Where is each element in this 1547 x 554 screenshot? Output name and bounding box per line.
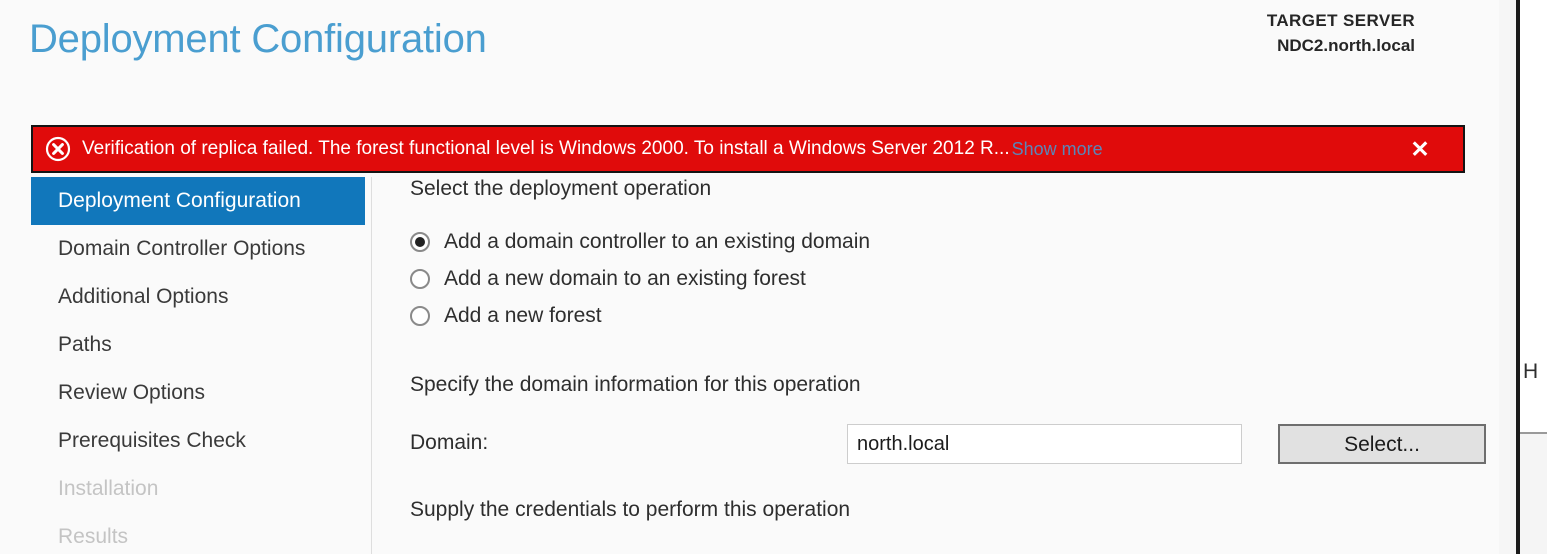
select-domain-button[interactable]: Select... [1278, 424, 1486, 464]
radio-add-new-domain-existing-forest[interactable]: Add a new domain to an existing forest [410, 260, 1499, 297]
wizard-step-navigation: Deployment Configuration Domain Controll… [31, 177, 365, 554]
background-window-sliver: H [1520, 0, 1547, 554]
sidebar-item-label: Results [58, 525, 129, 548]
radio-indicator-icon [410, 268, 430, 289]
error-message-text: Verification of replica failed. The fore… [82, 138, 1010, 159]
radio-label: Add a new domain to an existing forest [444, 266, 806, 290]
radio-label: Add a domain controller to an existing d… [444, 229, 871, 253]
show-more-link[interactable]: Show more [1012, 139, 1103, 160]
sidebar-item-label: Prerequisites Check [58, 429, 246, 452]
credentials-heading: Supply the credentials to perform this o… [410, 498, 851, 521]
radio-indicator-icon [410, 305, 430, 326]
content-pane: Select the deployment operation Add a do… [410, 177, 1499, 554]
domain-input[interactable] [847, 424, 1242, 464]
close-icon[interactable]: ✕ [1403, 132, 1437, 166]
domain-field-row: Domain: Select... [410, 424, 1499, 464]
sidebar-item-label: Deployment Configuration [58, 189, 301, 212]
sidebar-item-label: Domain Controller Options [58, 237, 306, 260]
sidebar-item-paths[interactable]: Paths [31, 321, 365, 369]
sidebar-item-label: Paths [58, 333, 112, 356]
page-title: Deployment Configuration [29, 17, 487, 61]
sidebar-item-deployment-configuration[interactable]: Deployment Configuration [31, 177, 365, 225]
radio-add-domain-controller-existing-domain[interactable]: Add a domain controller to an existing d… [410, 223, 1499, 260]
background-footer-area [1520, 434, 1547, 554]
sidebar-item-domain-controller-options[interactable]: Domain Controller Options [31, 225, 365, 273]
sidebar-item-additional-options[interactable]: Additional Options [31, 273, 365, 321]
target-server-name: NDC2.north.local [1277, 35, 1415, 55]
error-circle-x-icon [45, 136, 71, 162]
target-server-label: TARGET SERVER [1266, 11, 1415, 30]
sidebar-item-results: Results [31, 513, 365, 554]
radio-label: Add a new forest [444, 303, 602, 327]
ad-ds-configuration-wizard: Deployment Configuration TARGET SERVER N… [0, 0, 1499, 554]
background-clipped-text: H [1523, 360, 1539, 383]
sidebar-divider [371, 177, 372, 554]
vertical-scrollbar-track[interactable] [1499, 0, 1516, 554]
radio-indicator-icon [410, 231, 430, 252]
sidebar-item-label: Installation [58, 477, 159, 500]
domain-information-section: Specify the domain information for this … [410, 373, 1499, 464]
sidebar-item-prerequisites-check[interactable]: Prerequisites Check [31, 417, 365, 465]
target-server-block: TARGET SERVER NDC2.north.local [1267, 9, 1415, 58]
sidebar-item-label: Additional Options [58, 285, 229, 308]
sidebar-item-label: Review Options [58, 381, 206, 404]
domain-label: Domain: [410, 431, 489, 454]
wizard-body: Deployment Configuration Domain Controll… [31, 177, 1499, 554]
sidebar-item-installation: Installation [31, 465, 365, 513]
deployment-operation-heading: Select the deployment operation [410, 177, 712, 200]
error-notification-banner: Verification of replica failed. The fore… [31, 125, 1465, 173]
sidebar-item-review-options[interactable]: Review Options [31, 369, 365, 417]
domain-information-heading: Specify the domain information for this … [410, 373, 861, 396]
radio-add-new-forest[interactable]: Add a new forest [410, 297, 1499, 334]
wizard-screenshot: Deployment Configuration TARGET SERVER N… [0, 0, 1547, 554]
deployment-operation-radio-group: Add a domain controller to an existing d… [410, 223, 1499, 334]
